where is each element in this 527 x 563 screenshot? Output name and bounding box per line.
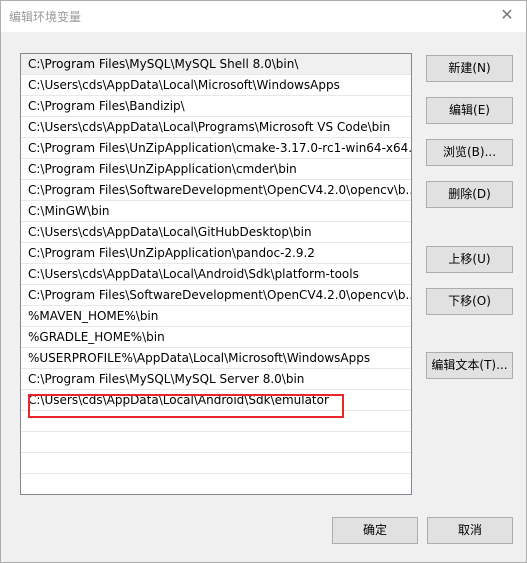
new-button[interactable]: 新建(N) [426,55,513,82]
browse-button[interactable]: 浏览(B)... [426,139,513,166]
path-list-item[interactable]: C:\Program Files\MySQL\MySQL Shell 8.0\b… [21,54,411,75]
window-title: 编辑环境变量 [9,10,82,24]
title-bar: 编辑环境变量 ✕ [1,1,526,32]
delete-button[interactable]: 删除(D) [426,181,513,208]
path-list[interactable]: C:\Program Files\MySQL\MySQL Shell 8.0\b… [20,53,412,495]
ok-button[interactable]: 确定 [332,517,418,544]
path-list-item[interactable] [21,474,411,494]
path-list-item[interactable]: C:\Program Files\UnZipApplication\cmake-… [21,138,411,159]
path-list-item[interactable]: C:\Program Files\UnZipApplication\pandoc… [21,243,411,264]
cancel-button[interactable]: 取消 [427,517,513,544]
path-list-item[interactable]: %MAVEN_HOME%\bin [21,306,411,327]
path-list-item[interactable]: C:\Program Files\SoftwareDevelopment\Ope… [21,285,411,306]
path-list-item[interactable]: C:\Users\cds\AppData\Local\Microsoft\Win… [21,75,411,96]
move-down-button[interactable]: 下移(O) [426,288,513,315]
edit-text-button[interactable]: 编辑文本(T)... [426,352,513,379]
close-icon[interactable]: ✕ [498,6,516,24]
edit-env-variable-dialog: 编辑环境变量 ✕ C:\Program Files\MySQL\MySQL Sh… [0,0,527,563]
path-list-item[interactable]: C:\Users\cds\AppData\Local\GitHubDesktop… [21,222,411,243]
move-up-button[interactable]: 上移(U) [426,246,513,273]
highlight-annotation-box [28,394,344,418]
path-list-item[interactable]: C:\Users\cds\AppData\Local\Android\Sdk\p… [21,264,411,285]
path-list-item[interactable]: %GRADLE_HOME%\bin [21,327,411,348]
path-list-item[interactable]: C:\MinGW\bin [21,201,411,222]
path-list-item[interactable]: %USERPROFILE%\AppData\Local\Microsoft\Wi… [21,348,411,369]
path-list-item[interactable]: C:\Program Files\Bandizip\ [21,96,411,117]
path-list-item[interactable]: C:\Users\cds\AppData\Local\Programs\Micr… [21,117,411,138]
path-list-item[interactable] [21,453,411,474]
path-list-item[interactable]: C:\Program Files\UnZipApplication\cmder\… [21,159,411,180]
path-list-item[interactable] [21,432,411,453]
path-list-item[interactable]: C:\Program Files\MySQL\MySQL Server 8.0\… [21,369,411,390]
edit-button[interactable]: 编辑(E) [426,97,513,124]
path-list-item[interactable]: C:\Program Files\SoftwareDevelopment\Ope… [21,180,411,201]
